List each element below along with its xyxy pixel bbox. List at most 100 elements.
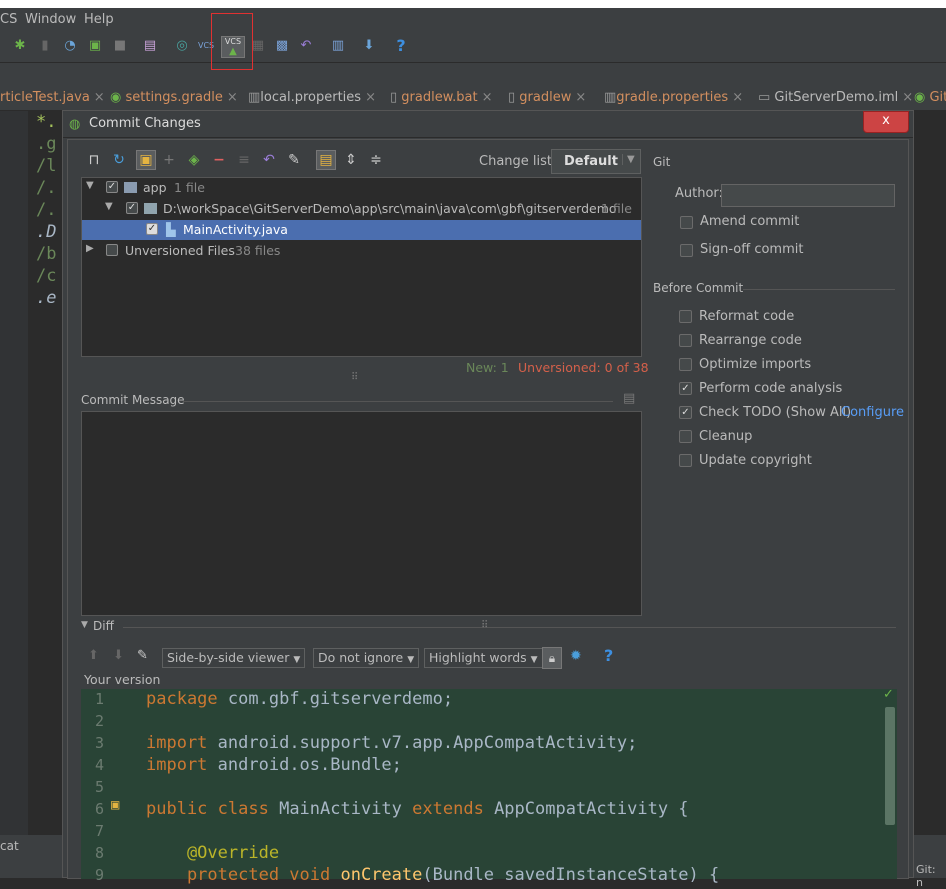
coverage-icon[interactable]: ◔ — [62, 38, 78, 54]
attach-debugger-icon[interactable]: ▮ — [37, 38, 53, 54]
help-icon[interactable]: ? — [393, 38, 409, 54]
sync-icon[interactable]: ◎ — [174, 38, 190, 54]
project-view-icon[interactable]: ▥ — [330, 38, 346, 54]
tab-gradlew-bat[interactable]: ▯ gradlew.bat × — [390, 90, 493, 105]
android-monitor-icon[interactable]: ⬇ — [361, 38, 377, 54]
cleanup-label[interactable]: Cleanup — [699, 429, 752, 444]
tab-label: gradlew.bat — [401, 90, 478, 105]
tab-gitserverdemo-iml[interactable]: ▭ GitServerDemo.iml × — [758, 90, 913, 105]
debug-icon[interactable]: ✱ — [12, 38, 28, 54]
close-icon[interactable]: × — [482, 90, 493, 105]
group-by-directory-icon[interactable]: ▤ — [316, 150, 336, 170]
previous-difference-icon[interactable]: ⬆ — [88, 648, 99, 663]
refresh-icon[interactable]: ↻ — [111, 152, 127, 168]
highlight-combo[interactable]: Highlight words ▼ — [424, 648, 543, 668]
add-icon[interactable]: + — [161, 152, 177, 168]
cleanup-checkbox[interactable] — [679, 430, 692, 443]
close-icon[interactable]: × — [94, 90, 105, 105]
tree-checkbox[interactable] — [106, 244, 118, 256]
amend-commit-checkbox[interactable] — [680, 216, 693, 229]
profile-icon[interactable]: ▣ — [87, 38, 103, 54]
tree-checkbox[interactable]: ✓ — [106, 181, 118, 193]
tree-checkbox[interactable]: ✓ — [126, 202, 138, 214]
close-icon[interactable]: × — [227, 90, 238, 105]
tree-row-directory[interactable]: ▼ ✓ D:\workSpace\GitServerDemo\app\src\m… — [82, 199, 641, 219]
perform-code-analysis-label[interactable]: Perform code analysis — [699, 381, 842, 396]
tab-settings-gradle[interactable]: ◉ settings.gradle × — [110, 90, 238, 105]
show-diff-icon[interactable]: ⊓ — [86, 152, 102, 168]
sdk-manager-icon[interactable]: ▤ — [142, 38, 158, 54]
splitter-handle[interactable]: ⠿ — [351, 372, 358, 383]
rearrange-code-checkbox[interactable] — [679, 334, 692, 347]
check-todo-checkbox[interactable]: ✓ — [679, 406, 692, 419]
configure-link[interactable]: Configure — [841, 405, 904, 420]
diff-label[interactable]: Diff — [93, 619, 114, 633]
close-icon[interactable]: × — [902, 90, 913, 105]
logcat-tab-label[interactable]: cat — [0, 839, 19, 853]
tree-checkbox[interactable]: ✓ — [146, 223, 158, 235]
close-icon[interactable]: × — [365, 90, 376, 105]
edit-source-icon[interactable]: ✎ — [137, 648, 148, 663]
close-icon[interactable]: × — [575, 90, 586, 105]
reformat-code-label[interactable]: Reformat code — [699, 309, 794, 324]
rollback-icon[interactable]: ▣ — [136, 150, 156, 170]
signoff-commit-checkbox[interactable] — [680, 244, 693, 257]
revert-changes-icon[interactable]: ↶ — [261, 152, 277, 168]
menu-window[interactable]: Window — [25, 12, 76, 27]
commit-message-textarea[interactable] — [81, 411, 642, 616]
expand-arrow-icon[interactable]: ▼ — [105, 201, 113, 212]
diff-code-viewer[interactable]: 1 package com.gbf.gitserverdemo; 2 3 impor… — [81, 689, 897, 885]
diff-scrollbar[interactable] — [885, 707, 895, 825]
optimize-imports-checkbox[interactable] — [679, 358, 692, 371]
check-todo-label[interactable]: Check TODO (Show All) — [699, 405, 851, 420]
change-list-combo[interactable]: Default ▼ — [551, 149, 641, 174]
close-button[interactable]: x — [863, 111, 909, 133]
lock-icon[interactable]: 🔒︎ — [542, 647, 562, 669]
tab-git[interactable]: ◉ Git — [914, 90, 946, 105]
amend-commit-label[interactable]: Amend commit — [700, 214, 799, 229]
update-copyright-label[interactable]: Update copyright — [699, 453, 812, 468]
next-difference-icon[interactable]: ⬇ — [113, 648, 124, 663]
avd-manager-icon[interactable]: ▩ — [274, 38, 290, 54]
move-changelist-icon[interactable]: ◈ — [186, 152, 202, 168]
author-input[interactable] — [721, 184, 895, 207]
diff-collapse-icon[interactable]: ▼ — [81, 620, 88, 630]
collapse-arrow-icon[interactable]: ▶ — [86, 243, 94, 254]
expand-all-icon[interactable]: ⇕ — [343, 152, 359, 168]
changes-tree[interactable]: ▼ ✓ app 1 file ▼ ✓ D:\workSpace\GitServe… — [81, 177, 642, 357]
splitter-handle[interactable]: ⠿ — [481, 620, 488, 631]
tree-row-mainactivity[interactable]: ✓ ▙ MainActivity.java — [82, 220, 641, 240]
status-unversioned[interactable]: Unversioned: 0 of 38 — [518, 360, 649, 375]
rearrange-code-label[interactable]: Rearrange code — [699, 333, 802, 348]
navigation-bar — [0, 62, 946, 87]
commit-message-history-icon[interactable]: ▤ — [623, 391, 635, 406]
help-icon[interactable]: ? — [604, 646, 613, 665]
menu-help[interactable]: Help — [84, 12, 114, 27]
tree-row-unversioned[interactable]: ▶ Unversioned Files 38 files — [82, 241, 641, 261]
signoff-commit-label[interactable]: Sign-off commit — [700, 242, 803, 257]
class-gutter-icon[interactable]: ▣ — [111, 797, 119, 813]
group-icon[interactable]: ≡ — [236, 152, 252, 168]
ignore-combo[interactable]: Do not ignore ▼ — [313, 648, 420, 668]
remove-icon[interactable]: − — [211, 152, 227, 168]
tab-local-properties[interactable]: ▥local.properties × — [248, 90, 376, 105]
tab-gradle-properties[interactable]: ▥gradle.properties × — [604, 90, 743, 105]
tree-row-app[interactable]: ▼ ✓ app 1 file — [82, 178, 641, 198]
update-copyright-checkbox[interactable] — [679, 454, 692, 467]
tab-article-test[interactable]: rticleTest.java × — [0, 90, 105, 105]
perform-code-analysis-checkbox[interactable]: ✓ — [679, 382, 692, 395]
revert-icon[interactable]: ↶ — [298, 38, 314, 54]
expand-arrow-icon[interactable]: ▼ — [86, 180, 94, 191]
close-icon[interactable]: × — [732, 90, 743, 105]
no-problems-check-icon: ✓ — [883, 687, 894, 702]
tab-gradlew[interactable]: ▯ gradlew × — [508, 90, 586, 105]
optimize-imports-label[interactable]: Optimize imports — [699, 357, 811, 372]
edit-source-icon[interactable]: ✎ — [286, 152, 302, 168]
menu-vcs[interactable]: CS — [0, 12, 17, 27]
stop-icon[interactable]: ■ — [112, 38, 128, 54]
collapse-all-icon[interactable]: ≑ — [368, 152, 384, 168]
viewer-combo[interactable]: Side-by-side viewer ▼ — [162, 648, 306, 668]
git-status-label[interactable]: Git: n — [916, 863, 946, 889]
reformat-code-checkbox[interactable] — [679, 310, 692, 323]
settings-gear-icon[interactable]: ✹ — [570, 648, 582, 664]
